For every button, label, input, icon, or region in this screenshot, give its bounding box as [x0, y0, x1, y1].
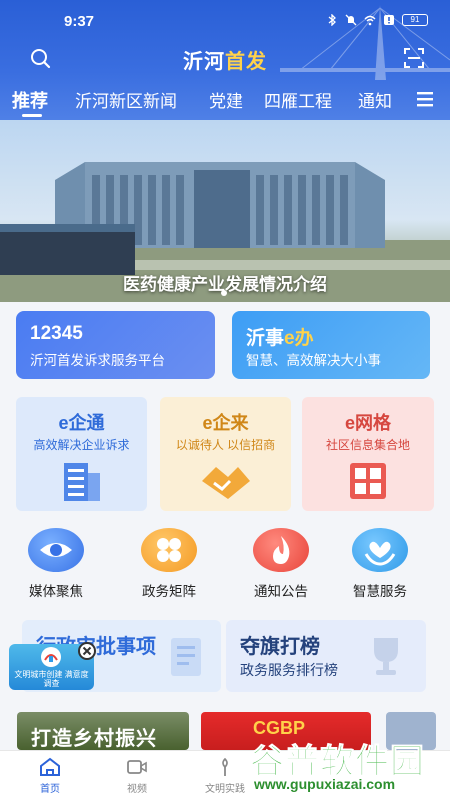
status-bar: 9:37 91	[0, 0, 450, 40]
menu-icon[interactable]	[414, 88, 436, 110]
torch-icon	[222, 757, 228, 776]
battery-indicator: 91	[402, 14, 428, 26]
city-badge-icon	[41, 647, 61, 667]
quick-action-notice[interactable]: 通知公告	[236, 528, 326, 600]
mute-bell-icon	[345, 14, 357, 26]
banner-carousel[interactable]: 医药健康产业发展情况介绍	[0, 120, 450, 302]
top-bar: 沂河首发	[0, 40, 450, 76]
nav-video[interactable]: 视频	[107, 757, 167, 795]
tab-recommend[interactable]: 推荐	[12, 87, 48, 113]
feature-card-egrid[interactable]: e网格 社区信息集合地	[302, 397, 434, 511]
video-icon	[127, 760, 147, 774]
nav-civilization-practice[interactable]: 文明实践	[195, 757, 255, 795]
tab-four-geese[interactable]: 四雁工程	[264, 87, 332, 112]
bluetooth-icon	[328, 14, 336, 26]
heart-hands-icon	[364, 541, 396, 566]
service-card-yishi-eban[interactable]: 沂事e办 智慧、高效解决大小事	[232, 311, 430, 379]
nav-home[interactable]: 首页	[20, 757, 80, 795]
site-watermark: 谷普软件园 www.gupuxiazai.com	[250, 743, 425, 793]
wifi-icon	[364, 15, 376, 26]
scan-icon[interactable]	[402, 46, 426, 70]
app-title: 沂河首发	[183, 51, 267, 73]
channel-tabs: 推荐 沂河新区新闻 党建 四雁工程 通知	[0, 84, 450, 120]
service-card-12345[interactable]: 12345 沂河首发诉求服务平台	[16, 311, 215, 379]
promo-rural-revitalization[interactable]: 打造乡村振兴	[17, 712, 189, 750]
app-header: 9:37 91 沂河首发 推荐 沂河新区新闻 党建 四雁工程 通知	[0, 0, 450, 120]
home-icon	[40, 757, 60, 776]
quick-action-smart-service[interactable]: 智慧服务	[335, 528, 425, 600]
quick-action-gov-matrix[interactable]: 政务矩阵	[124, 528, 214, 600]
trophy-icon	[374, 638, 398, 675]
status-time: 9:37	[64, 13, 95, 30]
feature-card-eqilai[interactable]: e企来 以诚待人 以信招商	[160, 397, 291, 511]
tab-notice[interactable]: 通知	[358, 87, 392, 112]
building-icon	[64, 463, 100, 501]
feature-card-eqitong[interactable]: e企通 高效解决企业诉求	[16, 397, 147, 511]
document-icon	[171, 638, 201, 676]
quick-action-media-focus[interactable]: 媒体聚焦	[11, 528, 101, 600]
handshake-icon	[202, 467, 250, 499]
close-icon[interactable]	[78, 642, 96, 660]
flame-icon	[273, 536, 290, 564]
notification-icon	[384, 15, 394, 25]
tab-yihe-news[interactable]: 沂河新区新闻	[75, 87, 177, 112]
grid-icon	[350, 463, 386, 499]
ranking-card[interactable]: 夺旗打榜 政务服务排行榜	[226, 620, 426, 692]
carousel-dot	[221, 290, 227, 296]
active-tab-indicator	[22, 114, 42, 117]
eye-icon	[40, 543, 72, 557]
tab-party-building[interactable]: 党建	[209, 87, 243, 112]
grid-clover-icon	[157, 538, 181, 562]
